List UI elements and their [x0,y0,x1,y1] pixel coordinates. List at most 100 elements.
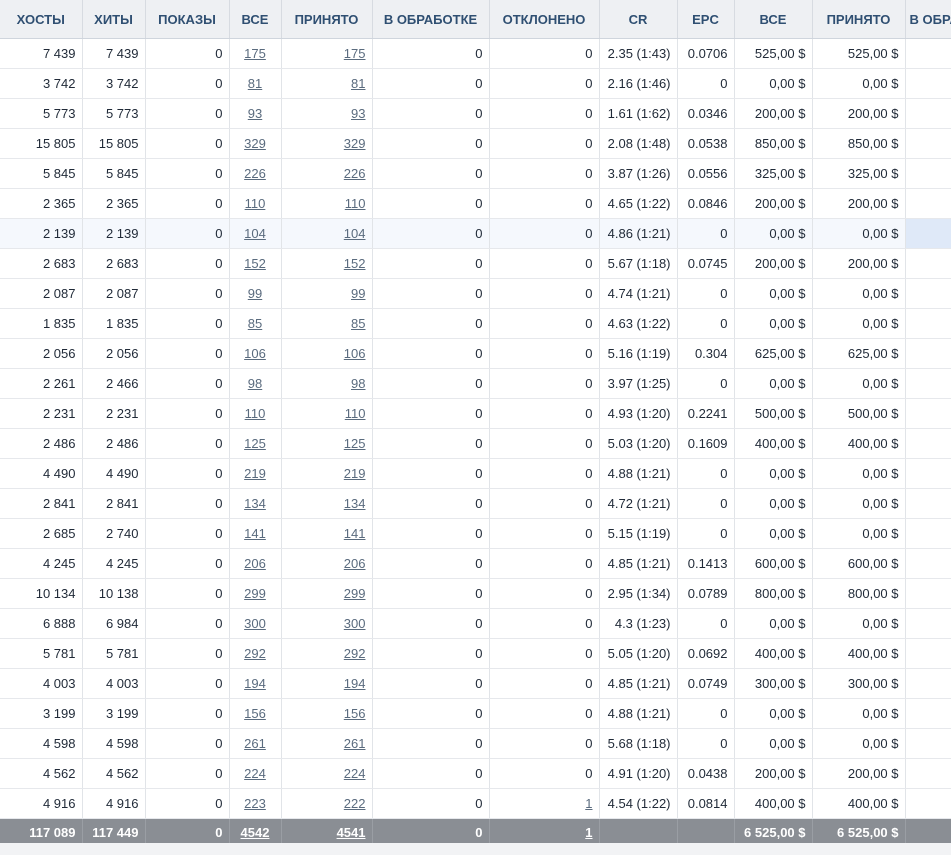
cell-hits: 5 773 [82,98,146,129]
cell-leads-accepted-link[interactable]: 110 [345,196,366,211]
cell-leads-all: 299 [229,578,282,609]
header-cr[interactable]: CR [599,0,678,39]
cell-sum-processing [905,218,951,249]
cell-leads-accepted-link[interactable]: 226 [344,166,366,181]
cell-leads-all: 81 [229,68,282,99]
cell-leads-accepted-link[interactable]: 175 [344,46,366,61]
cell-leads-all: 110 [229,188,282,219]
cell-leads-all-link[interactable]: 93 [248,106,262,121]
total-all-link[interactable]: 4542 [241,825,270,840]
cell-hosts: 2 231 [0,398,83,429]
cell-sum-all: 850,00 $ [734,128,813,159]
cell-leads-accepted-link[interactable]: 222 [344,796,366,811]
cell-leads-all-link[interactable]: 104 [244,226,266,241]
cell-leads-accepted-link[interactable]: 299 [344,586,366,601]
cell-leads-all-link[interactable]: 85 [248,316,262,331]
cell-epc: 0.0692 [677,638,735,669]
cell-leads-all-link[interactable]: 141 [244,526,266,541]
cell-leads-accepted-link[interactable]: 85 [351,316,365,331]
header-shows[interactable]: ПОКАЗЫ [145,0,230,39]
cell-sum-accepted: 200,00 $ [812,98,906,129]
cell-leads-accepted-link[interactable]: 206 [344,556,366,571]
cell-leads-rejected-link[interactable]: 1 [585,796,592,811]
cell-leads-all-link[interactable]: 156 [244,706,266,721]
cell-sum-processing [905,488,951,519]
cell-leads-all-link[interactable]: 224 [244,766,266,781]
cell-sum-all: 525,00 $ [734,38,813,69]
bottom-strip [0,843,951,855]
cell-leads-all-link[interactable]: 194 [244,676,266,691]
cell-leads-rejected: 0 [489,728,600,759]
cell-hosts: 4 916 [0,788,83,819]
cell-epc: 0.0438 [677,758,735,789]
header-hosts[interactable]: ХОСТЫ [0,0,83,39]
cell-leads-all-link[interactable]: 99 [248,286,262,301]
cell-leads-accepted-link[interactable]: 261 [344,736,366,751]
cell-leads-all-link[interactable]: 226 [244,166,266,181]
cell-shows: 0 [145,488,230,519]
cell-leads-rejected: 0 [489,158,600,189]
cell-leads-accepted-link[interactable]: 152 [344,256,366,271]
cell-leads-processing: 0 [372,428,490,459]
cell-leads-all-link[interactable]: 134 [244,496,266,511]
cell-leads-all-link[interactable]: 223 [244,796,266,811]
cell-leads-accepted-link[interactable]: 110 [345,406,366,421]
header-sum-processing[interactable]: В ОБРАБОТКЕ [905,0,951,39]
total-rejected-link[interactable]: 1 [585,825,592,840]
cell-leads-all-link[interactable]: 175 [244,46,266,61]
cell-hosts: 4 245 [0,548,83,579]
cell-leads-all-link[interactable]: 125 [244,436,266,451]
cell-leads-all-link[interactable]: 152 [244,256,266,271]
cell-leads-accepted-link[interactable]: 106 [344,346,366,361]
cell-leads-rejected: 0 [489,278,600,309]
cell-leads-all-link[interactable]: 329 [244,136,266,151]
cell-leads-accepted-link[interactable]: 98 [351,376,365,391]
cell-leads-accepted-link[interactable]: 99 [351,286,365,301]
header-epc[interactable]: EPC [677,0,735,39]
cell-leads-all-link[interactable]: 292 [244,646,266,661]
cell-shows: 0 [145,278,230,309]
cell-sum-accepted: 0,00 $ [812,218,906,249]
cell-leads-all-link[interactable]: 219 [244,466,266,481]
cell-shows: 0 [145,428,230,459]
cell-hosts: 5 781 [0,638,83,669]
stats-table-container: ХОСТЫ ХИТЫ ПОКАЗЫ ВСЕ ПРИНЯТО В ОБРАБОТК… [0,0,951,855]
cell-leads-accepted-link[interactable]: 104 [344,226,366,241]
cell-leads-accepted-link[interactable]: 329 [344,136,366,151]
cell-leads-accepted-link[interactable]: 224 [344,766,366,781]
header-leads-all[interactable]: ВСЕ [229,0,282,39]
cell-leads-accepted-link[interactable]: 292 [344,646,366,661]
cell-leads-all-link[interactable]: 300 [244,616,266,631]
cell-leads-accepted-link[interactable]: 81 [351,76,365,91]
cell-leads-accepted-link[interactable]: 194 [344,676,366,691]
cell-cr: 4.65 (1:22) [599,188,678,219]
cell-hosts: 3 199 [0,698,83,729]
cell-hosts: 2 365 [0,188,83,219]
cell-leads-accepted-link[interactable]: 125 [344,436,366,451]
cell-sum-accepted: 600,00 $ [812,548,906,579]
cell-leads-all-link[interactable]: 261 [244,736,266,751]
cell-leads-all-link[interactable]: 206 [244,556,266,571]
header-sum-accepted[interactable]: ПРИНЯТО [812,0,906,39]
cell-leads-all-link[interactable]: 106 [244,346,266,361]
cell-leads-accepted-link[interactable]: 141 [344,526,366,541]
cell-cr: 5.03 (1:20) [599,428,678,459]
header-sum-all[interactable]: ВСЕ [734,0,813,39]
header-hits[interactable]: ХИТЫ [82,0,146,39]
cell-leads-all-link[interactable]: 110 [245,406,266,421]
cell-leads-accepted-link[interactable]: 300 [344,616,366,631]
cell-leads-processing: 0 [372,128,490,159]
cell-leads-accepted-link[interactable]: 134 [344,496,366,511]
cell-leads-all-link[interactable]: 81 [248,76,262,91]
cell-leads-accepted-link[interactable]: 156 [344,706,366,721]
total-accepted-cell: 4541 [281,818,373,846]
cell-leads-accepted-link[interactable]: 219 [344,466,366,481]
header-leads-processing[interactable]: В ОБРАБОТКЕ [372,0,490,39]
cell-leads-all-link[interactable]: 110 [245,196,266,211]
cell-leads-accepted-link[interactable]: 93 [351,106,365,121]
total-accepted-link[interactable]: 4541 [337,825,366,840]
cell-leads-all-link[interactable]: 98 [248,376,262,391]
header-leads-accepted[interactable]: ПРИНЯТО [281,0,373,39]
cell-leads-all-link[interactable]: 299 [244,586,266,601]
header-leads-rejected[interactable]: ОТКЛОНЕНО [489,0,600,39]
